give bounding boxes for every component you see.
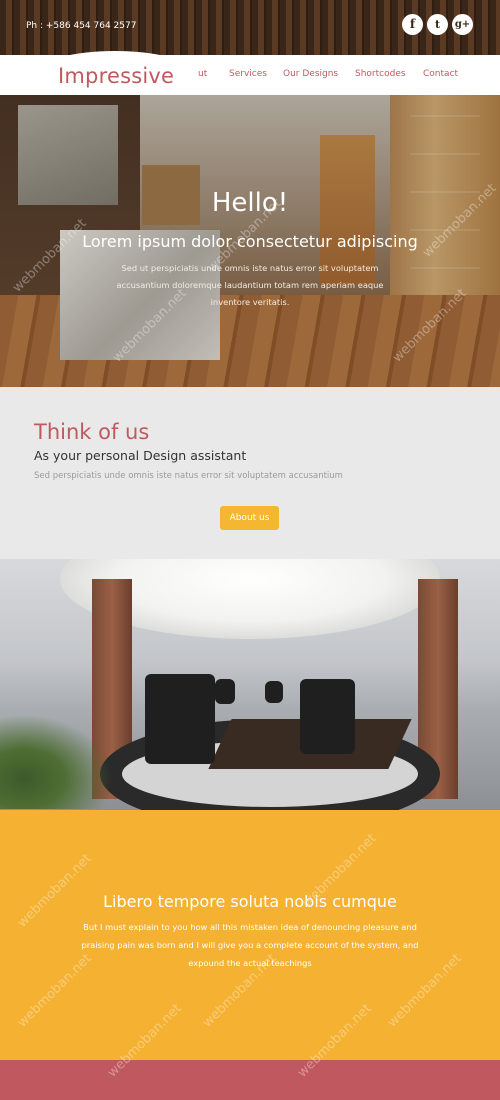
hero-subtitle: Lorem ipsum dolor consectetur adipiscing xyxy=(82,232,418,251)
conference-room-image xyxy=(0,559,500,811)
libero-title: Libero tempore soluta nobis cumque xyxy=(103,892,397,911)
libero-text: But I must explain to you how all this m… xyxy=(81,922,419,968)
google-plus-icon[interactable]: g+ xyxy=(452,14,473,35)
facebook-icon[interactable]: f xyxy=(402,14,423,35)
conference-chair xyxy=(215,679,235,704)
conference-palm-plant xyxy=(0,709,120,809)
twitter-icon[interactable]: t xyxy=(427,14,448,35)
hero-title: Hello! xyxy=(211,188,289,218)
conference-chair xyxy=(300,679,355,754)
think-subtitle: As your personal Design assistant xyxy=(34,448,247,463)
nav-item-shortcodes[interactable]: Shortcodes xyxy=(355,69,406,79)
nav-item-contact[interactable]: Contact xyxy=(423,69,458,79)
phone-number: Ph : +586 454 764 2577 xyxy=(26,21,137,31)
about-us-button[interactable]: About us xyxy=(220,506,279,530)
think-text: Sed perspiciatis unde omnis iste natus e… xyxy=(34,471,343,481)
footer-band xyxy=(0,1060,500,1100)
conference-chair xyxy=(265,681,283,703)
nav-item-our-designs[interactable]: Our Designs xyxy=(283,69,338,79)
hero-text: Sed ut perspiciatis unde omnis iste natu… xyxy=(116,263,384,307)
think-title: Think of us xyxy=(34,420,150,444)
conference-chair xyxy=(145,674,215,764)
nav-item-services[interactable]: Services xyxy=(229,69,267,79)
site-logo[interactable]: Impressive xyxy=(58,64,174,88)
nav-item-about[interactable]: ut xyxy=(198,69,207,79)
